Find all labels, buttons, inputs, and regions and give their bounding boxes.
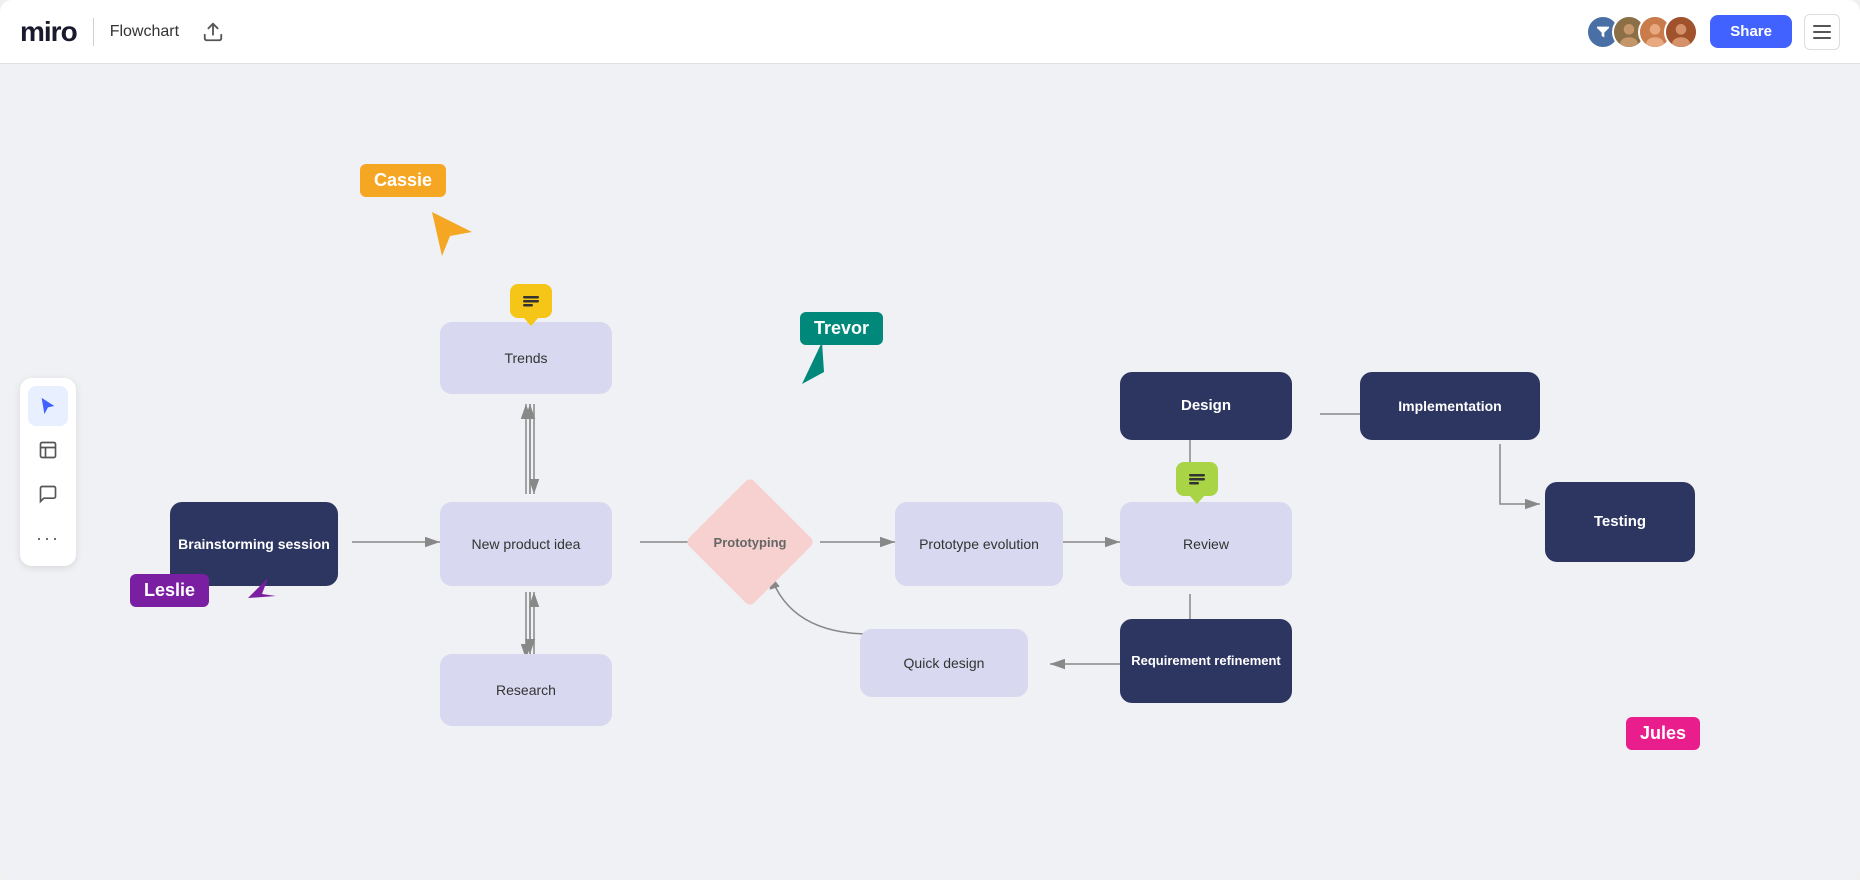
share-button[interactable]: Share: [1710, 15, 1792, 48]
comment-bubble-trends[interactable]: [510, 284, 552, 318]
node-new-product-idea[interactable]: New product idea: [440, 502, 612, 586]
select-tool[interactable]: [28, 386, 68, 426]
menu-icon-button[interactable]: [1804, 14, 1840, 50]
node-quick-design[interactable]: Quick design: [860, 629, 1028, 697]
export-button[interactable]: [195, 14, 231, 50]
app-container: miro Flowchart: [0, 0, 1860, 880]
node-design[interactable]: Design: [1120, 372, 1292, 440]
header-left: miro Flowchart: [20, 14, 231, 50]
miro-logo: miro: [20, 16, 77, 48]
node-implementation[interactable]: Implementation: [1360, 372, 1540, 440]
cursor-leslie: Leslie: [130, 574, 209, 607]
header: miro Flowchart: [0, 0, 1860, 64]
node-requirement-refinement[interactable]: Requirement refinement: [1120, 619, 1292, 703]
header-title: Flowchart: [110, 23, 179, 41]
comment-tool[interactable]: [28, 474, 68, 514]
header-right: Share: [1586, 14, 1840, 50]
header-divider: [93, 18, 94, 46]
node-research[interactable]: Research: [440, 654, 612, 726]
arrow-canvas: [0, 64, 1860, 880]
leslie-cursor-arrow: [238, 568, 278, 608]
more-tools[interactable]: ···: [28, 518, 68, 558]
avatar-group: [1586, 15, 1698, 49]
cursor-trevor: Trevor: [800, 312, 883, 345]
left-toolbar: ···: [20, 378, 76, 566]
trevor-cursor-arrow: [802, 342, 842, 387]
node-prototyping-label: Prototyping: [714, 535, 787, 550]
sticky-note-tool[interactable]: [28, 430, 68, 470]
canvas[interactable]: ···: [0, 64, 1860, 880]
comment-bubble-review[interactable]: [1176, 462, 1218, 496]
node-testing[interactable]: Testing: [1545, 482, 1695, 562]
cursor-cassie: Cassie: [360, 164, 446, 197]
node-prototyping-wrapper[interactable]: Prototyping: [690, 496, 810, 588]
node-review[interactable]: Review: [1120, 502, 1292, 586]
node-trends[interactable]: Trends: [440, 322, 612, 394]
node-prototype-evolution[interactable]: Prototype evolution: [895, 502, 1063, 586]
cursor-jules: Jules: [1626, 717, 1700, 750]
cassie-cursor-arrow: [422, 202, 482, 262]
avatar-user3: [1664, 15, 1698, 49]
